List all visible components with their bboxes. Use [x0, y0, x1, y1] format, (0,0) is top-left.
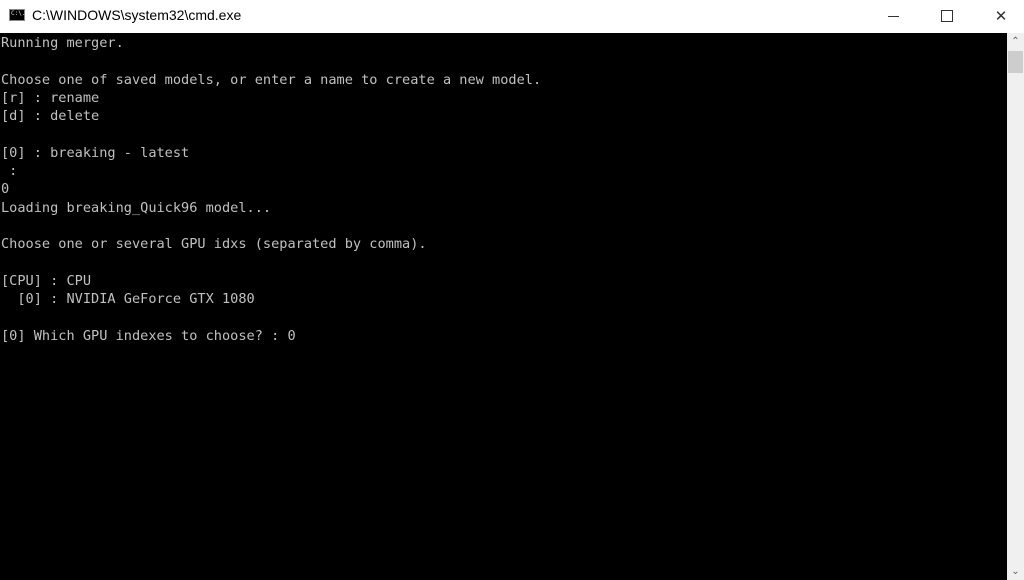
close-icon: ✕: [994, 8, 1008, 25]
console-line: [CPU] : CPU: [1, 272, 92, 289]
scroll-up-button[interactable]: ⌃: [1007, 33, 1024, 50]
title-bar[interactable]: C:\. C:\WINDOWS\system32\cmd.exe ✕: [0, 0, 1024, 33]
chevron-down-icon: ⌄: [1011, 566, 1020, 577]
console-line: Running merger.: [1, 35, 124, 51]
console-line: Choose one or several GPU idxs (separate…: [1, 236, 427, 253]
chevron-up-icon: ⌃: [1011, 36, 1020, 47]
console-line: Choose one of saved models, or enter a n…: [1, 71, 542, 88]
scroll-down-button[interactable]: ⌄: [1007, 563, 1024, 580]
maximize-button[interactable]: [924, 0, 970, 32]
console-line: 0: [1, 181, 10, 198]
console-line: :: [1, 163, 18, 180]
console-line: [0] : NVIDIA GeForce GTX 1080: [1, 291, 255, 308]
minimize-button[interactable]: [870, 0, 916, 32]
scrollbar-thumb[interactable]: [1008, 51, 1023, 73]
console-line: [0] Which GPU indexes to choose? : 0: [1, 327, 296, 344]
maximize-icon: [941, 10, 953, 22]
console-line: [d] : delete: [1, 108, 100, 125]
cmd-icon-label: C:\.: [11, 10, 26, 17]
close-button[interactable]: ✕: [978, 0, 1024, 32]
vertical-scrollbar[interactable]: ⌃ ⌄: [1007, 33, 1024, 580]
minimize-icon: [887, 15, 899, 17]
console-line: [0] : breaking - latest: [1, 144, 190, 161]
console-line: Loading breaking_Quick96 model...: [1, 199, 272, 216]
console-line: [r] : rename: [1, 89, 100, 106]
window-title: C:\WINDOWS\system32\cmd.exe: [32, 7, 242, 23]
console-text: Running merger. Choose one of saved mode…: [0, 33, 1007, 345]
console-output-area[interactable]: Running merger. Choose one of saved mode…: [0, 33, 1007, 580]
cmd-app-icon[interactable]: C:\.: [9, 9, 25, 21]
